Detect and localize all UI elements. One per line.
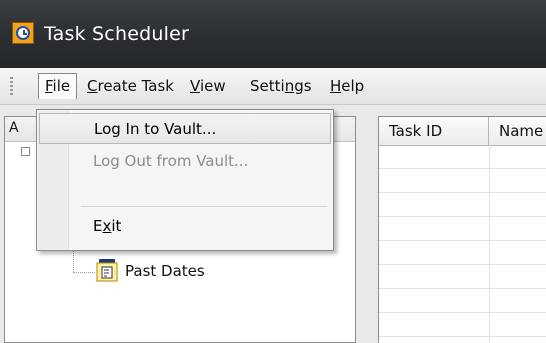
tree-connector-line xyxy=(73,272,95,274)
grid-header: Task ID Name xyxy=(379,117,546,146)
column-header-task-id[interactable]: Task ID xyxy=(379,117,489,145)
grid-column-divider xyxy=(489,145,490,343)
toolbar-grip-handle[interactable] xyxy=(10,77,13,95)
tree-item-past-dates[interactable]: Past Dates xyxy=(125,262,205,280)
menu-item-log-in-to-vault[interactable]: Log In to Vault... xyxy=(39,113,331,144)
menu-item-log-out-from-vault[interactable]: Log Out from Vault... xyxy=(39,146,331,177)
menu-bar: File Create Task View Settings Help xyxy=(0,68,546,105)
menu-file[interactable]: File xyxy=(38,73,78,99)
menu-create-task[interactable]: Create Task xyxy=(81,74,180,98)
grid-rows[interactable] xyxy=(379,145,546,343)
calendar-note-icon xyxy=(96,259,118,282)
window-title: Task Scheduler xyxy=(44,23,189,45)
task-grid: Task ID Name xyxy=(378,116,546,343)
menu-separator xyxy=(81,206,327,207)
menu-item-exit[interactable]: Exit xyxy=(39,211,331,242)
app-window: Task Scheduler File Create Task View Set… xyxy=(0,0,546,343)
menu-settings[interactable]: Settings xyxy=(244,74,318,98)
task-scheduler-app-icon xyxy=(12,22,34,44)
tree-panel-header-label: A xyxy=(9,120,19,136)
file-menu-dropdown: Log In to Vault... Log Out from Vault...… xyxy=(36,109,334,251)
column-header-name[interactable]: Name xyxy=(489,117,546,145)
menu-view[interactable]: View xyxy=(184,74,232,98)
title-bar[interactable]: Task Scheduler xyxy=(0,0,546,68)
menu-help[interactable]: Help xyxy=(324,74,370,98)
tree-expand-toggle[interactable] xyxy=(21,147,30,156)
